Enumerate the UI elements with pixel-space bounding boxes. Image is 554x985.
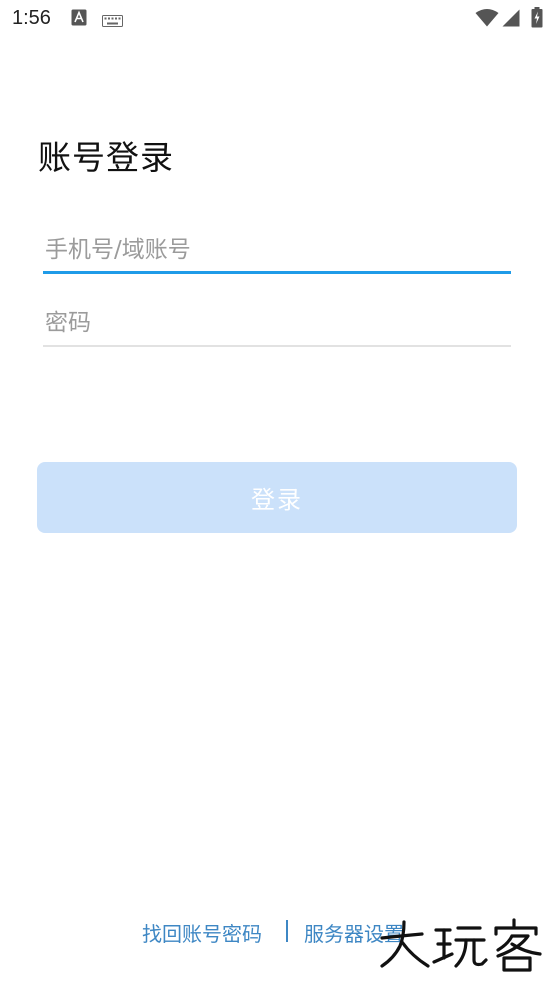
login-screen: 1:56 账号登录 手机号/域账号 登录 找回账号密码 服务器设置 [0,0,554,985]
page-title: 账号登录 [38,138,174,177]
login-button[interactable]: 登录 [37,462,517,533]
account-input[interactable] [43,227,511,273]
recover-account-link[interactable]: 找回账号密码 [142,918,262,947]
password-input-underline [43,345,511,347]
watermark-logo [378,916,548,972]
text-a-icon [71,9,87,30]
status-time: 1:56 [12,7,51,29]
account-input-underline [43,271,511,274]
password-input[interactable] [43,300,511,346]
status-bar: 1:56 [0,0,554,38]
keyboard-icon [102,12,123,31]
footer-separator [286,920,288,942]
battery-charging-icon [531,7,543,32]
wifi-icon [475,9,499,31]
signal-icon [502,9,520,31]
